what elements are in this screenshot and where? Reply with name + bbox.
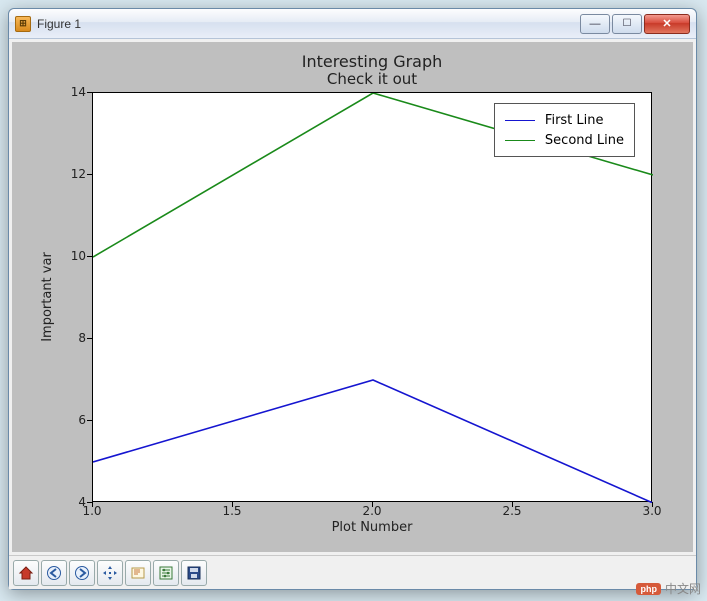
- legend-label: Second Line: [545, 133, 624, 148]
- legend-item: First Line: [505, 110, 624, 130]
- subplots-button[interactable]: [153, 560, 179, 586]
- y-tick-label: 6: [56, 413, 86, 427]
- arrow-left-icon: [46, 565, 62, 581]
- close-button[interactable]: ✕: [644, 14, 690, 34]
- y-tick-label: 14: [56, 85, 86, 99]
- save-button[interactable]: [181, 560, 207, 586]
- zoom-icon: [130, 565, 146, 581]
- home-icon: [18, 565, 34, 581]
- forward-button[interactable]: [69, 560, 95, 586]
- legend[interactable]: First Line Second Line: [494, 103, 635, 157]
- y-tick-label: 4: [56, 495, 86, 509]
- sliders-icon: [158, 565, 174, 581]
- chart-title: Interesting Graph: [92, 52, 652, 71]
- legend-swatch-icon: [505, 120, 535, 121]
- titlebar[interactable]: ⊞ Figure 1 — ☐ ✕: [9, 9, 696, 39]
- legend-swatch-icon: [505, 140, 535, 141]
- y-tick-label: 10: [56, 249, 86, 263]
- maximize-button[interactable]: ☐: [612, 14, 642, 34]
- window-title: Figure 1: [37, 17, 580, 31]
- y-axis-label: Important var: [40, 92, 55, 502]
- legend-item: Second Line: [505, 130, 624, 150]
- legend-label: First Line: [545, 113, 604, 128]
- plot-area[interactable]: First Line Second Line: [92, 92, 652, 502]
- series-line: [93, 380, 653, 503]
- figure-window: ⊞ Figure 1 — ☐ ✕ Interesting Graph Check…: [8, 8, 697, 590]
- floppy-icon: [186, 565, 202, 581]
- watermark-badge: php: [636, 583, 661, 595]
- window-buttons: — ☐ ✕: [580, 14, 690, 34]
- figure-canvas: Interesting Graph Check it out First Lin…: [12, 42, 693, 552]
- back-button[interactable]: [41, 560, 67, 586]
- watermark: php 中文网: [636, 580, 701, 597]
- zoom-button[interactable]: [125, 560, 151, 586]
- arrow-right-icon: [74, 565, 90, 581]
- nav-toolbar: [9, 555, 696, 589]
- chart-subtitle: Check it out: [92, 70, 652, 88]
- move-icon: [102, 565, 118, 581]
- app-icon: ⊞: [15, 16, 31, 32]
- home-button[interactable]: [13, 560, 39, 586]
- y-tick-label: 12: [56, 167, 86, 181]
- x-axis-label: Plot Number: [92, 520, 652, 535]
- watermark-text: 中文网: [665, 580, 701, 597]
- pan-button[interactable]: [97, 560, 123, 586]
- y-tick-label: 8: [56, 331, 86, 345]
- minimize-button[interactable]: —: [580, 14, 610, 34]
